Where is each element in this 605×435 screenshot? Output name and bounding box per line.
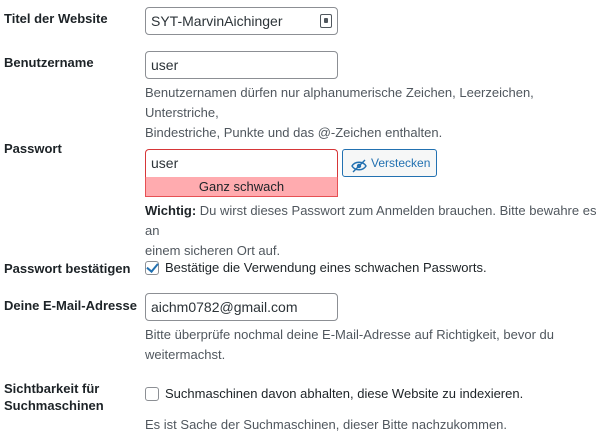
username-label: Benutzername bbox=[4, 55, 94, 70]
site-title-input[interactable]: SYT-MarvinAichinger bbox=[145, 7, 338, 35]
weak-password-checkbox[interactable] bbox=[145, 260, 159, 275]
site-title-label: Titel der Website bbox=[4, 11, 108, 26]
hide-password-label: Verstecken bbox=[371, 156, 431, 170]
email-value: aichm0782@gmail.com bbox=[151, 299, 298, 315]
email-label: Deine E-Mail-Adresse bbox=[4, 298, 137, 313]
confirm-password-label: Passwort bestätigen bbox=[4, 261, 131, 276]
site-title-field-wrap: SYT-MarvinAichinger bbox=[145, 7, 338, 35]
email-hint: Bitte überprüfe nochmal deine E-Mail-Adr… bbox=[145, 325, 554, 365]
visibility-label-line2: Suchmaschinen bbox=[4, 398, 104, 413]
email-field-wrap: aichm0782@gmail.com Bitte überprüfe noch… bbox=[145, 293, 554, 365]
password-important-text1: Du wirst dieses Passwort zum Anmelden br… bbox=[145, 203, 597, 238]
site-title-value: SYT-MarvinAichinger bbox=[151, 13, 283, 29]
confirm-password-wrap: Bestätige die Verwendung eines schwachen… bbox=[145, 259, 487, 277]
password-manager-icon[interactable] bbox=[320, 14, 332, 28]
password-strength-meter: Ganz schwach bbox=[145, 177, 338, 197]
password-input[interactable]: user bbox=[145, 149, 338, 177]
hide-password-button[interactable]: Verstecken bbox=[342, 149, 437, 177]
username-hint: Benutzernamen dürfen nur alphanumerische… bbox=[145, 83, 605, 143]
username-hint-line1: Benutzernamen dürfen nur alphanumerische… bbox=[145, 85, 534, 120]
visibility-label: Sichtbarkeit für Suchmaschinen bbox=[4, 380, 104, 414]
password-label: Passwort bbox=[4, 141, 62, 156]
visibility-label-line1: Sichtbarkeit für bbox=[4, 381, 100, 396]
email-hint-line2: weitermachst. bbox=[145, 347, 226, 362]
discourage-search-checkbox-label[interactable]: Suchmaschinen davon abhalten, diese Webs… bbox=[165, 386, 523, 401]
username-value: user bbox=[151, 57, 179, 73]
username-input[interactable]: user bbox=[145, 51, 338, 79]
password-important-line1: Wichtig: Du wirst dieses Passwort zum An… bbox=[145, 201, 605, 241]
username-hint-line2: Bindestriche, Punkte und das @-Zeichen e… bbox=[145, 125, 443, 140]
visibility-wrap: Suchmaschinen davon abhalten, diese Webs… bbox=[145, 385, 523, 435]
username-field-wrap: user Benutzernamen dürfen nur alphanumer… bbox=[145, 51, 605, 143]
eye-slash-icon bbox=[351, 156, 367, 182]
email-input[interactable]: aichm0782@gmail.com bbox=[145, 293, 338, 321]
password-important-line2: einem sicheren Ort auf. bbox=[145, 243, 281, 258]
password-important-prefix: Wichtig: bbox=[145, 203, 197, 218]
password-value: user bbox=[151, 155, 179, 171]
visibility-hint: Es ist Sache der Suchmaschinen, dieser B… bbox=[145, 417, 508, 432]
password-important-note: Wichtig: Du wirst dieses Passwort zum An… bbox=[145, 201, 605, 261]
email-hint-line1: Bitte überprüfe nochmal deine E-Mail-Adr… bbox=[145, 327, 554, 342]
weak-password-checkbox-label[interactable]: Bestätige die Verwendung eines schwachen… bbox=[165, 260, 487, 275]
discourage-search-checkbox[interactable] bbox=[145, 386, 159, 401]
